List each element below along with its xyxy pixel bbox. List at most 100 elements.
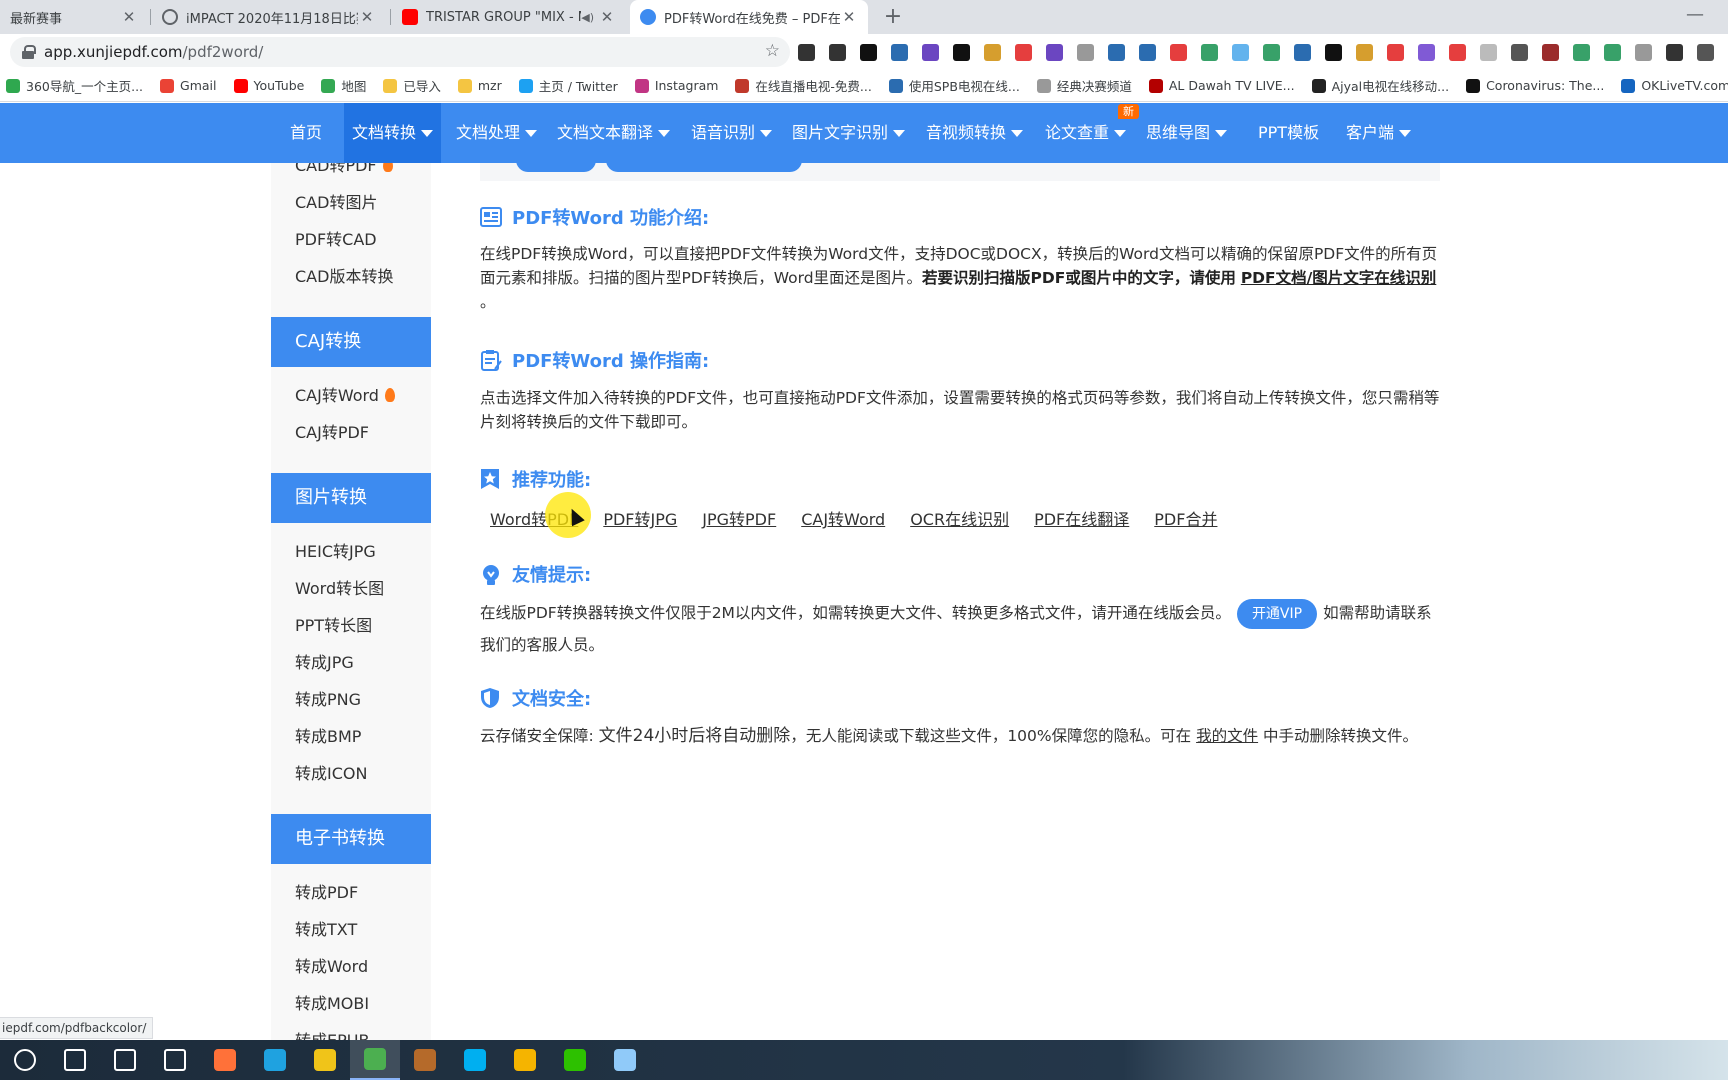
extension-icon[interactable] <box>1418 43 1435 61</box>
browser-tab[interactable]: TRISTAR GROUP "MIX - M ◀) ✕ <box>392 0 626 34</box>
browser-tab[interactable]: iMPACT 2020年11月18日比赛视 ✕ <box>152 0 386 34</box>
recommend-link[interactable]: PDF合并 <box>1154 506 1217 530</box>
sidebar-group-header[interactable]: 图片转换 <box>271 473 431 523</box>
extension-icon[interactable] <box>1666 43 1683 61</box>
taskbar-button[interactable] <box>550 1040 600 1080</box>
speaker-icon[interactable]: ◀) <box>581 11 594 24</box>
extension-icon[interactable] <box>1697 43 1714 61</box>
browser-tab-active[interactable]: PDF转Word在线免费 – PDF在线 ✕ <box>630 0 868 34</box>
tab-close-icon[interactable]: ✕ <box>120 8 138 26</box>
sidebar-link[interactable]: 转成PDF <box>295 879 358 903</box>
sidebar-link[interactable]: PDF转CAD <box>295 226 377 250</box>
bookmark-item[interactable]: YouTube <box>233 78 304 93</box>
tab-close-icon[interactable]: ✕ <box>840 8 858 26</box>
new-tab-button[interactable]: + <box>880 4 906 30</box>
bookmark-item[interactable]: OKLiveTV.com:... <box>1621 78 1728 93</box>
taskbar-button[interactable] <box>400 1040 450 1080</box>
sidebar-link[interactable]: 转成ICON <box>295 760 367 784</box>
sidebar-group-header[interactable]: CAJ转换 <box>271 317 431 367</box>
extension-icon[interactable] <box>1325 43 1342 61</box>
tab-close-icon[interactable]: ✕ <box>598 8 616 26</box>
bookmark-item[interactable]: 已导入 <box>383 76 441 95</box>
extension-icon[interactable] <box>1356 43 1373 61</box>
extension-icon[interactable] <box>1108 43 1125 61</box>
sidebar-link[interactable]: PPT转长图 <box>295 612 372 636</box>
sidebar-link[interactable]: CAD转PDF <box>295 163 393 176</box>
extension-icon[interactable] <box>1077 43 1094 61</box>
sidebar-link[interactable]: CAD版本转换 <box>295 263 393 287</box>
taskbar-button[interactable] <box>500 1040 550 1080</box>
extension-icon[interactable] <box>1542 43 1559 61</box>
bookmark-item[interactable]: Ajyal电视在线移动... <box>1311 76 1449 95</box>
taskbar-button[interactable] <box>250 1040 300 1080</box>
extension-icon[interactable] <box>984 43 1001 61</box>
extension-icon[interactable] <box>1480 43 1497 61</box>
taskbar-button[interactable] <box>50 1040 100 1080</box>
site-nav-item[interactable]: 文档转换 <box>344 103 442 163</box>
extension-icon[interactable] <box>1635 43 1652 61</box>
extension-icon[interactable] <box>953 43 970 61</box>
bookmark-item[interactable]: Coronavirus: The... <box>1466 78 1604 93</box>
site-nav-item[interactable]: 图片文字识别 <box>784 103 913 163</box>
sidebar-link[interactable]: HEIC转JPG <box>295 538 376 562</box>
taskbar-button[interactable] <box>300 1040 350 1080</box>
extension-icon[interactable] <box>1015 43 1032 61</box>
site-nav-item[interactable]: 客户端 <box>1338 103 1419 163</box>
ocr-link[interactable]: PDF文档/图片文字在线识别 <box>1241 269 1436 287</box>
taskbar-button[interactable] <box>150 1040 200 1080</box>
extension-icon[interactable] <box>922 43 939 61</box>
extension-icon[interactable] <box>1232 43 1249 61</box>
sidebar-link[interactable]: 转成EPUB <box>295 1027 369 1040</box>
bookmark-item[interactable]: 主页 / Twitter <box>518 76 618 95</box>
bookmark-item[interactable]: 在线直播电视-免费... <box>735 76 872 95</box>
tool-button-partial[interactable] <box>516 160 596 172</box>
extension-icon[interactable] <box>1139 43 1156 61</box>
recommend-link[interactable]: CAJ转Word <box>801 506 885 530</box>
bookmark-item[interactable]: Gmail <box>160 78 217 93</box>
extension-icon[interactable] <box>1263 43 1280 61</box>
recommend-link[interactable]: OCR在线识别 <box>910 506 1009 530</box>
sidebar-link[interactable]: 转成BMP <box>295 723 361 747</box>
lock-icon[interactable] <box>22 45 36 59</box>
bookmark-item[interactable]: mzr <box>457 78 502 93</box>
recommend-link[interactable]: JPG转PDF <box>702 506 776 530</box>
sidebar-link[interactable]: 转成JPG <box>295 649 354 673</box>
extension-icon[interactable] <box>1294 43 1311 61</box>
taskbar-button[interactable] <box>0 1040 50 1080</box>
address-bar[interactable]: app.xunjiepdf.com/pdf2word/ ☆ <box>10 37 790 67</box>
site-nav-item[interactable]: 文档处理 <box>448 103 545 163</box>
tab-close-icon[interactable]: ✕ <box>358 8 376 26</box>
bookmark-item[interactable]: 360导航_一个主页... <box>6 76 143 95</box>
bookmark-item[interactable]: AL Dawah TV LIVE... <box>1148 78 1295 93</box>
recommend-link[interactable]: PDF在线翻译 <box>1034 506 1129 530</box>
bookmark-item[interactable]: 使用SPB电视在线... <box>888 76 1020 95</box>
extension-icon[interactable] <box>891 43 908 61</box>
sidebar-group-header[interactable]: 电子书转换 <box>271 814 431 864</box>
sidebar-link[interactable]: 转成PNG <box>295 686 361 710</box>
sidebar-link[interactable]: 转成Word <box>295 953 368 977</box>
tool-button-partial[interactable] <box>606 160 802 172</box>
taskbar-button[interactable] <box>200 1040 250 1080</box>
extension-icon[interactable] <box>1511 43 1528 61</box>
taskbar-button[interactable] <box>600 1040 650 1080</box>
extension-icon[interactable] <box>1170 43 1187 61</box>
taskbar-button[interactable] <box>450 1040 500 1080</box>
sidebar-link[interactable]: CAD转图片 <box>295 189 377 213</box>
recommend-link[interactable]: PDF转JPG <box>603 506 677 530</box>
bookmark-item[interactable]: 经典决赛频道 <box>1036 76 1132 95</box>
window-minimize-button[interactable]: — <box>1686 4 1704 25</box>
sidebar-link[interactable]: CAJ转Word <box>295 382 395 406</box>
extension-icon[interactable] <box>860 43 877 61</box>
site-nav-item[interactable]: 文档文本翻译 <box>549 103 678 163</box>
extension-icon[interactable] <box>1046 43 1063 61</box>
site-nav-item[interactable]: 思维导图 <box>1138 103 1235 163</box>
taskbar-button[interactable] <box>100 1040 150 1080</box>
extension-icon[interactable] <box>1201 43 1218 61</box>
sidebar-link[interactable]: 转成MOBI <box>295 990 369 1014</box>
site-nav-item[interactable]: PPT模板 <box>1250 103 1327 163</box>
bookmark-item[interactable]: 地图 <box>321 76 366 95</box>
sidebar-link[interactable]: CAJ转PDF <box>295 419 369 443</box>
open-vip-button[interactable]: 开通VIP <box>1236 598 1318 629</box>
extension-icon[interactable] <box>829 43 846 61</box>
extension-icon[interactable] <box>1573 43 1590 61</box>
